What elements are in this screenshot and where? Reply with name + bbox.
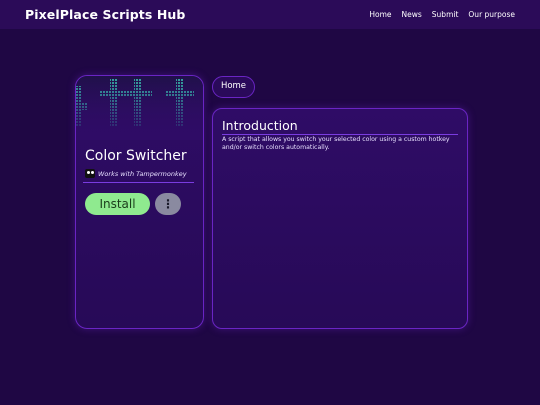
script-description: A script that allows you switch your sel…: [222, 136, 450, 152]
compat-label: Works with Tampermonkey: [98, 169, 187, 178]
nav-submit[interactable]: Submit: [432, 10, 459, 19]
script-title: Color Switcher: [85, 148, 187, 164]
section-heading: Introduction: [222, 118, 298, 133]
tampermonkey-icon: [85, 169, 95, 178]
nav-links: Home News Submit Our purpose: [369, 10, 515, 19]
nav-news[interactable]: News: [402, 10, 422, 19]
site-brand[interactable]: PixelPlace Scripts Hub: [25, 7, 185, 22]
content-panel: Introduction A script that allows you sw…: [212, 108, 468, 329]
nav-home[interactable]: Home: [369, 10, 391, 19]
card-divider: [83, 182, 194, 183]
script-banner-image: [76, 76, 203, 140]
tab-home[interactable]: Home: [212, 76, 255, 98]
script-card: Color Switcher Works with Tampermonkey I…: [75, 75, 204, 329]
more-options-button[interactable]: ⋮: [155, 193, 181, 215]
heading-underline: [222, 134, 458, 135]
compat-line: Works with Tampermonkey: [85, 169, 187, 178]
kebab-menu-icon: ⋮: [162, 197, 174, 211]
nav-our-purpose[interactable]: Our purpose: [468, 10, 515, 19]
top-navbar: PixelPlace Scripts Hub Home News Submit …: [0, 0, 540, 29]
install-button[interactable]: Install: [85, 193, 150, 215]
